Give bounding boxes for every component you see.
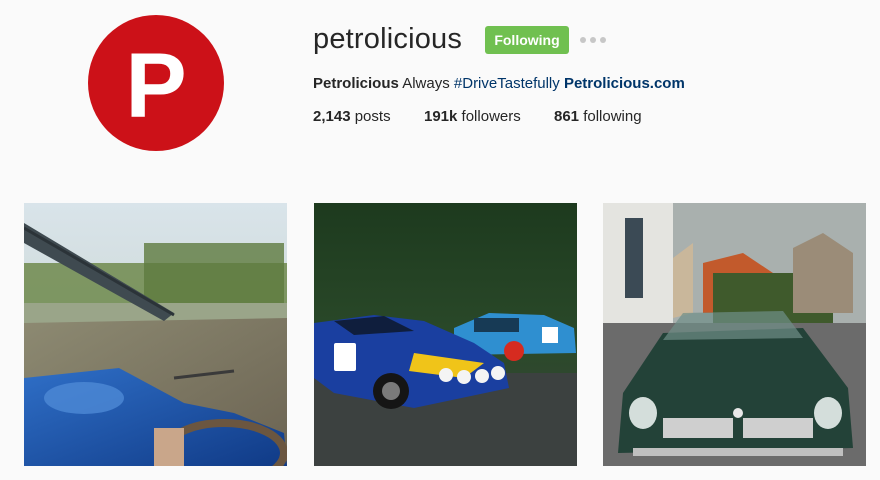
petrolicious-logo-icon: P (125, 35, 186, 137)
ellipsis-dot (600, 37, 606, 43)
profile-bio: Petrolicious Always #DriveTastefully Pet… (313, 74, 685, 94)
stat-following[interactable]: 861 following (554, 107, 642, 127)
following-label: following (583, 108, 642, 125)
profile-username: petrolicious (313, 23, 463, 55)
post-thumbnail-3[interactable] (603, 203, 866, 466)
post-image-rally-cars (314, 203, 577, 466)
avatar-letter: P (125, 35, 186, 137)
ellipsis-dot (590, 37, 596, 43)
bio-text: Always (402, 75, 450, 92)
more-options-button[interactable] (580, 34, 606, 46)
post-thumbnail-1[interactable] (24, 203, 287, 466)
post-image-classic-car (603, 203, 866, 466)
posts-label: posts (354, 108, 391, 125)
profile-avatar[interactable]: P (88, 15, 224, 151)
following-button[interactable]: Following (485, 26, 569, 54)
followers-label: followers (461, 108, 521, 125)
bio-hashtag-link[interactable]: #DriveTastefully (454, 75, 560, 92)
posts-count: 2,143 (313, 108, 351, 125)
stat-followers[interactable]: 191k followers (424, 107, 521, 127)
post-image-driving (24, 203, 287, 466)
bio-website-link[interactable]: Petrolicious.com (564, 75, 685, 92)
following-count: 861 (554, 108, 580, 125)
bio-full-name: Petrolicious (313, 75, 399, 92)
stat-posts: 2,143 posts (313, 107, 391, 127)
followers-count: 191k (424, 108, 458, 125)
ellipsis-dot (580, 37, 586, 43)
post-thumbnail-2[interactable] (314, 203, 577, 466)
